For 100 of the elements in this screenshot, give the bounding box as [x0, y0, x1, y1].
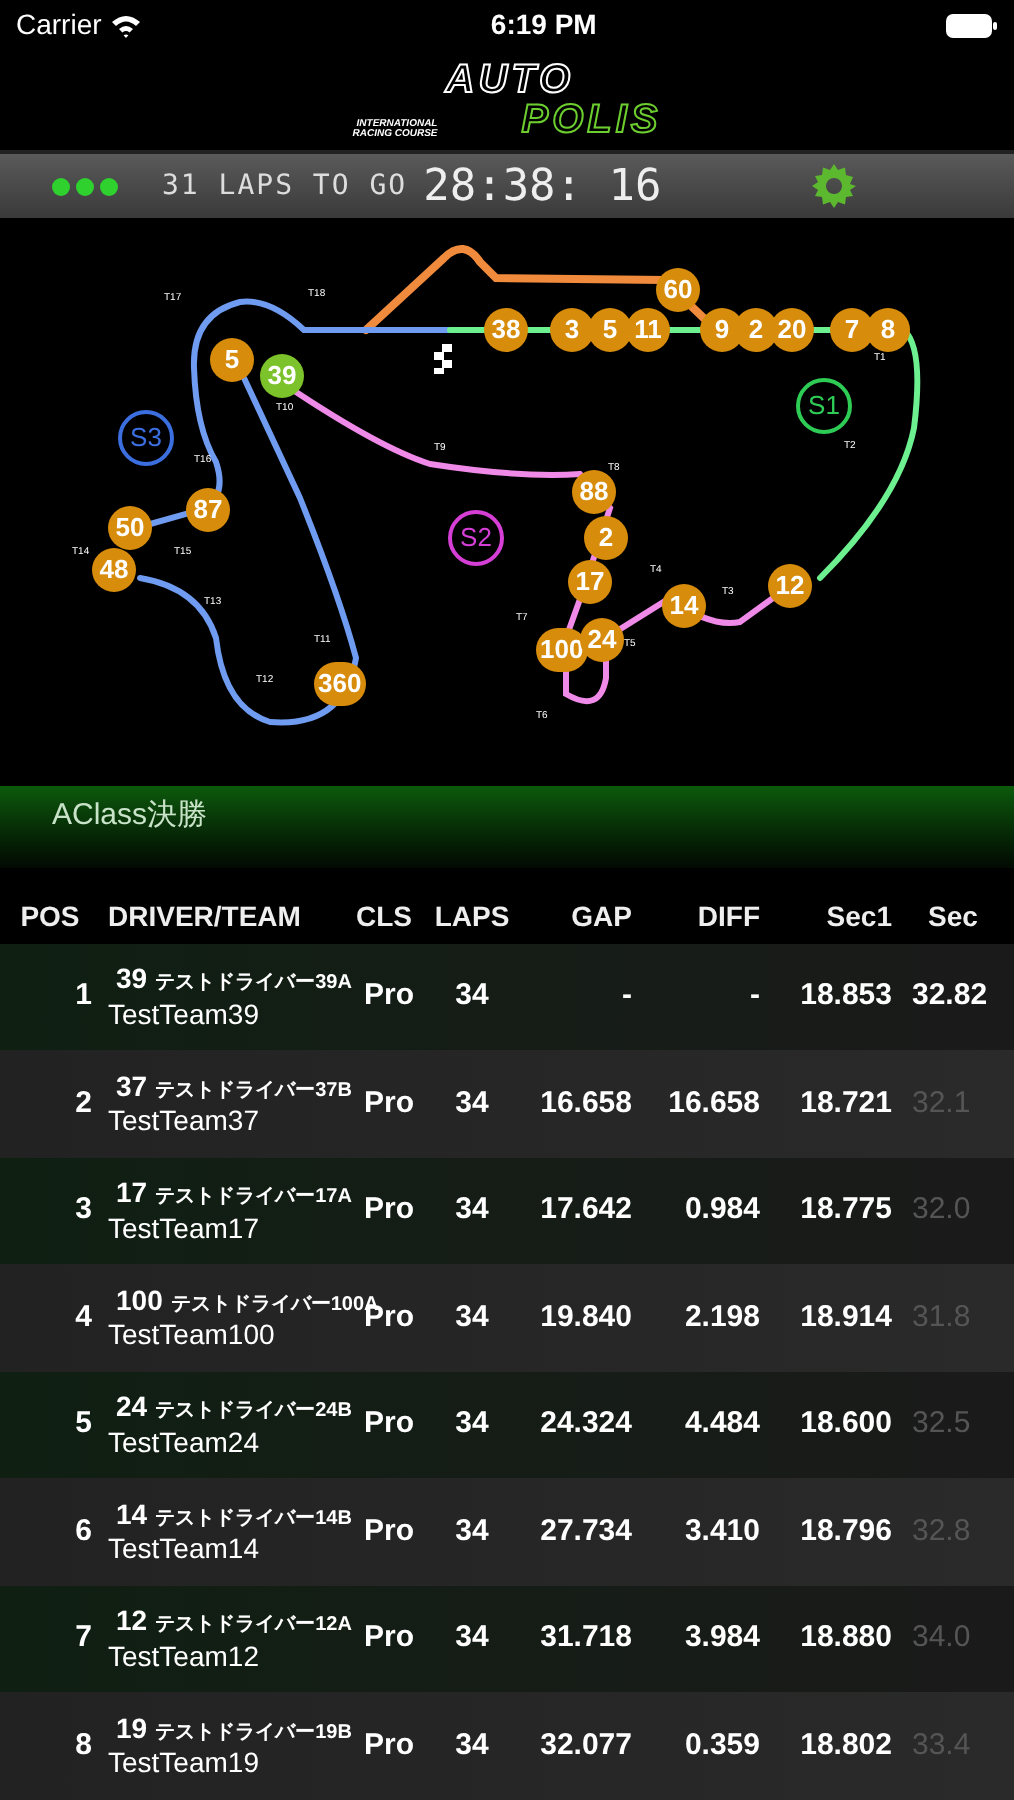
- diff-cell-text: 0.359: [682, 1725, 760, 1766]
- sector1-cell-text: 18.796: [798, 1511, 892, 1552]
- sector-marker: S2: [448, 510, 504, 567]
- car-marker[interactable]: 24: [580, 618, 624, 663]
- team-name: TestTeam14: [108, 1532, 261, 1568]
- gap-cell-text: 24.324: [538, 1404, 632, 1445]
- car-marker[interactable]: 17: [568, 560, 612, 605]
- class-cell-text: Pro: [362, 976, 417, 1017]
- column-header: Sec1: [824, 897, 892, 936]
- class-cell-text: Pro: [362, 1083, 417, 1124]
- battery-icon: [945, 13, 998, 38]
- carrier-label: Carrier: [16, 6, 102, 45]
- sector-marker: S1: [796, 378, 852, 435]
- laps-cell-text: 34: [453, 976, 491, 1017]
- column-header: POS: [18, 897, 82, 936]
- car-marker[interactable]: 360: [314, 662, 366, 707]
- team-name: TestTeam12: [108, 1639, 261, 1675]
- car-marker[interactable]: 14: [662, 584, 706, 629]
- laps-cell-text: 34: [453, 1404, 491, 1445]
- position-cell-text: 1: [73, 976, 94, 1017]
- sector1-cell-text: 18.880: [798, 1618, 892, 1659]
- car-marker[interactable]: 7: [830, 308, 874, 353]
- settings-icon[interactable]: [810, 162, 858, 211]
- gap-cell-text: 19.840: [538, 1297, 632, 1338]
- car-marker[interactable]: 60: [656, 268, 700, 313]
- position-cell-text: 5: [73, 1404, 94, 1445]
- car-marker[interactable]: 12: [768, 564, 812, 609]
- driver-name: テストドライバー12A: [155, 1614, 352, 1640]
- clock-label: 6:19 PM: [490, 6, 597, 45]
- column-header: CLS: [356, 897, 414, 936]
- column-header: LAPS: [432, 897, 512, 936]
- column-header: GAP: [569, 897, 632, 936]
- car-number: 19: [116, 1711, 148, 1747]
- car-marker[interactable]: 38: [484, 308, 528, 353]
- car-marker[interactable]: 87: [186, 488, 230, 533]
- gap-cell-text: 31.718: [538, 1618, 632, 1659]
- car-marker[interactable]: 3: [550, 308, 594, 353]
- laps-cell-text: 34: [453, 1725, 491, 1766]
- car-number: 24: [116, 1390, 148, 1426]
- gap-cell-text: 16.658: [538, 1083, 632, 1124]
- car-number: 14: [116, 1497, 148, 1533]
- team-name: TestTeam19: [108, 1746, 261, 1782]
- sector1-cell-text: 18.853: [798, 976, 892, 1017]
- car-number: 100: [116, 1283, 163, 1319]
- laps-cell-text: 34: [453, 1618, 491, 1659]
- sector1-cell-text: 18.600: [798, 1404, 892, 1445]
- car-marker[interactable]: 8: [866, 308, 910, 353]
- team-name: TestTeam17: [108, 1211, 261, 1247]
- driver-name: テストドライバー19B: [155, 1721, 352, 1747]
- class-cell-text: Pro: [362, 1618, 417, 1659]
- car-marker[interactable]: 100: [536, 628, 588, 673]
- sector1-cell-text: 18.721: [798, 1083, 892, 1124]
- car-marker[interactable]: 20: [770, 308, 814, 353]
- class-cell-text: Pro: [362, 1725, 417, 1766]
- car-marker[interactable]: 48: [92, 548, 136, 593]
- gap-cell-text: -: [620, 976, 632, 1017]
- diff-cell-text: 3.410: [682, 1511, 760, 1552]
- diff-cell-text: 0.984: [682, 1190, 760, 1231]
- sector2-cell-text: 32.0: [910, 1190, 971, 1231]
- sector1-cell-text: 18.802: [798, 1725, 892, 1766]
- driver-name: テストドライバー37B: [155, 1079, 352, 1105]
- laps-cell-text: 34: [453, 1297, 491, 1338]
- car-marker[interactable]: 88: [572, 470, 616, 515]
- team-name: TestTeam24: [108, 1425, 261, 1461]
- laps-cell-text: 34: [453, 1083, 491, 1124]
- car-marker[interactable]: 39: [260, 354, 304, 399]
- race-timer: 28:38: 16: [423, 159, 662, 216]
- car-marker[interactable]: 2: [584, 516, 628, 561]
- team-name: TestTeam100: [108, 1318, 277, 1354]
- position-cell-text: 6: [73, 1511, 94, 1552]
- gap-cell-text: 32.077: [538, 1725, 632, 1766]
- diff-cell-text: 3.984: [682, 1618, 760, 1659]
- wifi-icon: [109, 13, 142, 38]
- laps-cell-text: 34: [453, 1511, 491, 1552]
- position-cell-text: 4: [73, 1297, 94, 1338]
- session-title: AClass決勝: [52, 795, 208, 836]
- column-header: DIFF: [695, 897, 760, 936]
- car-number: 12: [116, 1604, 148, 1640]
- sector1-cell-text: 18.914: [798, 1297, 892, 1338]
- class-cell-text: Pro: [362, 1190, 417, 1231]
- diff-cell-text: 16.658: [666, 1083, 760, 1124]
- driver-name: テストドライバー24B: [155, 1400, 352, 1426]
- car-marker[interactable]: 50: [108, 506, 152, 551]
- car-number: 39: [116, 962, 148, 998]
- column-header: DRIVER/TEAM: [106, 897, 303, 936]
- car-marker[interactable]: 5: [588, 308, 632, 353]
- position-cell-text: 8: [73, 1725, 94, 1766]
- car-marker[interactable]: 11: [626, 308, 670, 353]
- column-header: Sec: [926, 897, 978, 936]
- sector2-cell-text: 32.5: [910, 1404, 971, 1445]
- position-cell-text: 3: [73, 1190, 94, 1231]
- diff-cell-text: -: [748, 976, 760, 1017]
- diff-cell-text: 4.484: [682, 1404, 760, 1445]
- team-name: TestTeam39: [108, 997, 261, 1033]
- sector2-cell-text: 32.82: [910, 976, 988, 1017]
- sector1-cell-text: 18.775: [798, 1190, 892, 1231]
- car-number: 17: [116, 1176, 148, 1212]
- car-marker[interactable]: 5: [210, 338, 254, 383]
- sector-marker: S3: [118, 410, 174, 467]
- gap-cell-text: 27.734: [538, 1511, 632, 1552]
